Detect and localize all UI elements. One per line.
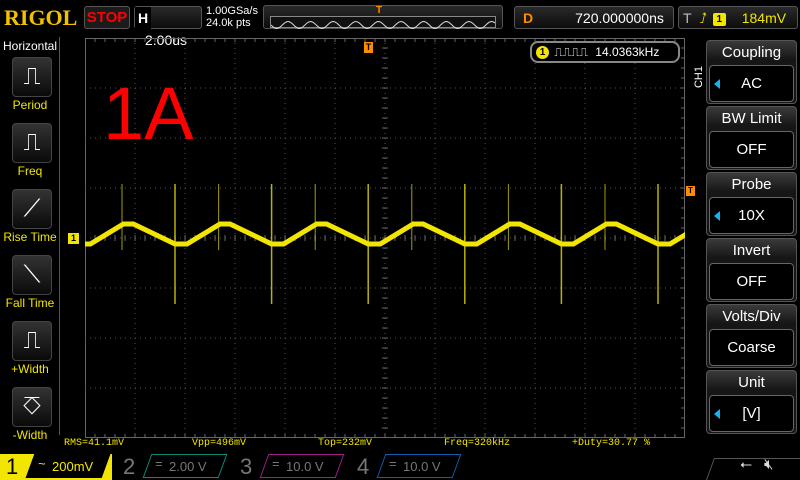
measurement-item: Top=232mV: [318, 438, 373, 449]
usb-icon: ⭠: [740, 456, 753, 473]
memory-waveform-icon: [270, 20, 496, 30]
select-arrow-icon: [714, 79, 720, 89]
menu-value[interactable]: Coarse: [709, 329, 794, 366]
trigger-display[interactable]: T ⭜ 1 184mV: [678, 6, 798, 29]
trigger-source: 1: [712, 12, 726, 26]
channel-scale: 2.00 V: [169, 459, 207, 474]
select-arrow-icon: [714, 409, 720, 419]
horizontal-measure-menu: Horizontal ⎍ Period ⎍ Freq ⟋ Rise Time ⟍ Fall T…: [0, 37, 60, 442]
menu-title: Invert: [732, 242, 771, 259]
channel-number: 4: [357, 454, 370, 479]
channel-menu: CH1 Coupling AC BW Limit OFF Probe 10X Invert O…: [686, 37, 800, 435]
speaker-muted-icon[interactable]: 🔇︎: [764, 456, 773, 473]
menu-value[interactable]: 10X: [709, 197, 794, 234]
menu-item-freq[interactable]: ⎍: [12, 123, 52, 163]
ch1-offset-marker[interactable]: 1: [68, 233, 79, 244]
sample-rate: 1.00GSa/s: [206, 5, 258, 17]
menu-item-label: Fall Time: [5, 296, 55, 310]
menu-value-text: AC: [741, 75, 762, 92]
negative-width-icon: ⎏: [22, 393, 42, 420]
menu-value[interactable]: OFF: [709, 131, 794, 168]
memory-overview: T: [263, 5, 503, 30]
coupling-icon: =: [155, 456, 163, 471]
overlay-label: 1A: [103, 72, 194, 155]
channel-number: 3: [240, 454, 253, 479]
menu-bw-limit[interactable]: BW Limit OFF: [706, 106, 797, 170]
square-wave-icon: ⎍⎍⎍⎍: [554, 45, 588, 59]
menu-value-text: Coarse: [727, 339, 776, 356]
menu-value-text: [V]: [742, 405, 761, 422]
menu-item-rise-time[interactable]: ⟋: [12, 189, 52, 229]
menu-invert[interactable]: Invert OFF: [706, 238, 797, 302]
channel-scale: 200mV: [52, 459, 94, 474]
menu-value[interactable]: AC: [709, 65, 794, 102]
acquisition-info: 1.00GSa/s 24.0k pts: [206, 5, 258, 29]
rising-edge-icon: ⭜: [699, 10, 707, 26]
menu-value-text: 10X: [738, 207, 765, 224]
channel-3-button[interactable]: 3 = 10.0 V: [234, 454, 346, 480]
coupling-icon: =: [389, 456, 397, 471]
rigol-logo: RIGOL: [4, 5, 78, 30]
menu-value[interactable]: [V]: [709, 395, 794, 432]
positive-width-icon: ⎍: [23, 327, 41, 354]
measurement-item: Freq=320kHz: [444, 438, 511, 449]
channel-scale: 10.0 V: [403, 459, 441, 474]
menu-title: Probe: [731, 176, 772, 193]
period-icon: ⎍: [23, 63, 41, 90]
menu-title: Horizontal: [3, 39, 58, 53]
menu-volts-div[interactable]: Volts/Div Coarse: [706, 304, 797, 368]
menu-item-label: -Width: [12, 428, 48, 442]
menu-title: Volts/Div: [722, 308, 781, 325]
measurement-item: +Duty=30.77 %: [572, 438, 651, 449]
measurement-item: Vpp=496mV: [192, 438, 247, 449]
delay-display[interactable]: D 720.000000ns: [514, 6, 674, 29]
menu-item-label: Rise Time: [3, 230, 57, 244]
rise-time-icon: ⟋: [23, 195, 41, 222]
delay-label: D: [523, 10, 534, 26]
delay-value: 720.000000ns: [575, 10, 664, 26]
frequency-counter: 1 ⎍⎍⎍⎍ 14.0363kHz: [530, 41, 680, 63]
menu-item-label: Period: [12, 98, 48, 112]
channel-number: 2: [123, 454, 136, 479]
menu-value-text: OFF: [736, 141, 767, 158]
measurement-item: RMS=41.1mV: [64, 438, 125, 449]
counter-value: 14.0363kHz: [595, 45, 660, 59]
channel-status-bar: ⭠ 🔇︎ 1 ~ 200mV 2 = 2.00 V3 = 10.0 V4 = 10…: [0, 452, 800, 480]
menu-probe[interactable]: Probe 10X: [706, 172, 797, 236]
run-stop-status[interactable]: STOP: [84, 6, 130, 29]
trigger-level: 184mV: [741, 10, 787, 26]
menu-title: Coupling: [721, 44, 782, 61]
channel-1-button[interactable]: 1 ~ 200mV: [0, 454, 112, 480]
trigger-position-marker: T: [376, 5, 383, 16]
channel-scale: 10.0 V: [286, 459, 324, 474]
select-arrow-icon: [714, 211, 720, 221]
menu-item-fall-time[interactable]: ⟍: [12, 255, 52, 295]
timebase-display[interactable]: H2.00us: [134, 6, 202, 48]
menu-value-text: OFF: [736, 273, 767, 290]
menu-item--width[interactable]: ⎍: [12, 321, 52, 361]
coupling-icon: =: [272, 456, 280, 471]
freq-icon: ⎍: [23, 129, 41, 156]
menu-title: BW Limit: [721, 110, 782, 127]
menu-coupling[interactable]: Coupling AC: [706, 40, 797, 104]
menu-item-label: Freq: [17, 164, 43, 178]
counter-channel: 1: [536, 46, 549, 60]
memory-depth: 24.0k pts: [206, 17, 251, 29]
coupling-icon: ~: [38, 456, 46, 471]
menu-item-label: +Width: [11, 362, 49, 376]
channel-2-button[interactable]: 2 = 2.00 V: [117, 454, 229, 480]
fall-time-icon: ⟍: [23, 261, 41, 288]
menu-unit[interactable]: Unit [V]: [706, 370, 797, 434]
menu-item-period[interactable]: ⎍: [12, 57, 52, 97]
h-label: H: [135, 7, 151, 29]
menu-title: Unit: [738, 374, 765, 391]
menu-value[interactable]: OFF: [709, 263, 794, 300]
channel-number: 1: [6, 454, 19, 479]
menu-item--width[interactable]: ⎏: [12, 387, 52, 427]
channel-4-button[interactable]: 4 = 10.0 V: [351, 454, 463, 480]
measurement-bar: RMS=41.1mV Vpp=496mV Top=232mV Freq=320kHz +…: [64, 438, 684, 450]
trigger-position-marker[interactable]: T: [364, 42, 373, 53]
trigger-label: T: [683, 10, 692, 26]
channel-label: CH1: [693, 65, 706, 89]
